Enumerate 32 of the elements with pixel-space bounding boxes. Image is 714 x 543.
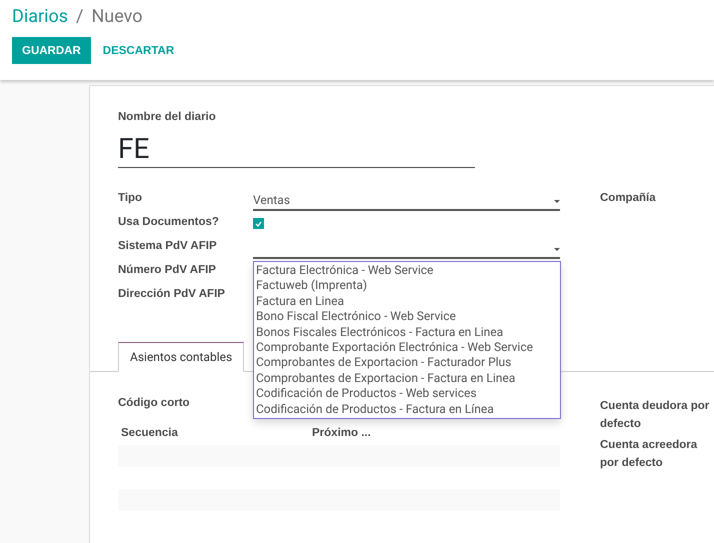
dropdown-option[interactable]: Factura en Linea [254, 294, 560, 310]
checkbox[interactable] [253, 218, 264, 229]
caret-icon [554, 248, 560, 251]
field-label: Tipo [118, 192, 142, 204]
column-header[interactable]: Próximo ... [309, 427, 500, 439]
field-label: Cuenta deudora por defecto [600, 399, 710, 432]
dropdown-option[interactable]: Comprobantes de Exportacion - Facturador Plus [254, 355, 560, 371]
dropdown-option[interactable]: Comprobante Exportación Electrónica - Web Service [254, 340, 560, 356]
name-field[interactable]: FE [118, 128, 475, 168]
dropdown-option[interactable]: Bono Fiscal Electrónico - Web Service [254, 309, 560, 325]
field-label: Sistema PdV AFIP [118, 240, 217, 252]
field-label: Código corto [118, 397, 190, 409]
column-header[interactable]: Secuencia [118, 427, 309, 439]
select-value: Ventas [253, 193, 290, 207]
check-icon [255, 220, 262, 226]
field-label: Usa Documentos? [118, 216, 219, 228]
field-label: Compañía [600, 192, 656, 204]
select-field[interactable]: Ventas [253, 192, 560, 211]
dropdown-option[interactable]: Bonos Fiscales Electrónicos - Factura en Linea [254, 324, 560, 340]
dropdown-option[interactable]: Codificación de Productos - Factura en Línea [254, 402, 560, 418]
field-label: Nombre del diario [118, 111, 217, 123]
dropdown-option[interactable]: Codificación de Productos - Web services [254, 386, 560, 402]
breadcrumb-current: Nuevo [91, 6, 142, 29]
dropdown-option[interactable]: Comprobantes de Exportacion - Factura en Linea [254, 370, 560, 386]
tab[interactable]: Asientos contables [118, 342, 244, 372]
breadcrumb-separator: / [76, 6, 84, 29]
caret-icon [554, 200, 560, 203]
field-label: Dirección PdV AFIP [118, 288, 225, 300]
dropdown-option[interactable]: Factuweb (Imprenta) [254, 278, 560, 294]
field-label: Número PdV AFIP [118, 264, 216, 276]
dropdown-option[interactable]: Factura Electrónica - Web Service [254, 263, 560, 278]
field-label: Cuenta acreedora por defecto [600, 438, 698, 471]
